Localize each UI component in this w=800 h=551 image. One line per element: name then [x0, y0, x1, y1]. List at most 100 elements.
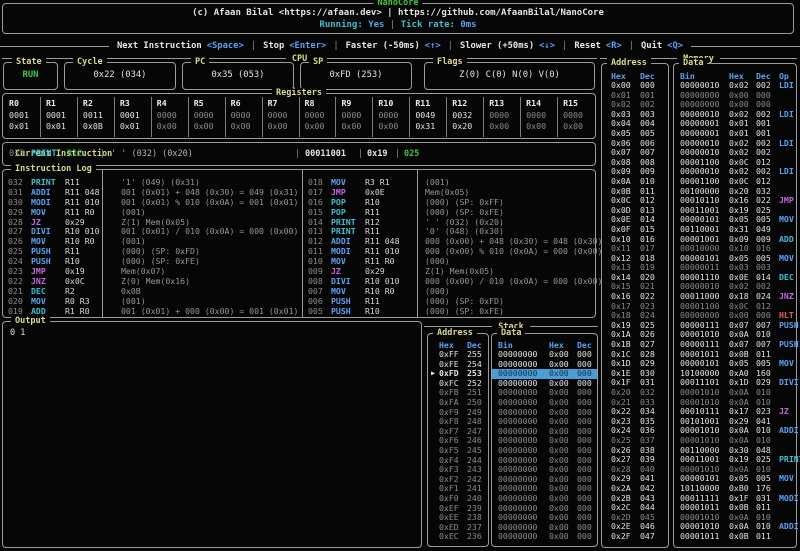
menu-item[interactable]: Reset<R> [574, 41, 621, 51]
stack-address-row: 0xEC236 [428, 532, 488, 542]
stack-address-title: Address [433, 328, 477, 339]
memory-op-label: JNZ [779, 292, 794, 302]
menu-separator: | [251, 41, 256, 51]
log-divider-2 [302, 170, 303, 317]
menu-item-label: Next Instruction [117, 41, 202, 51]
stack-pointer-icon [431, 484, 439, 494]
register-dec-value: 0000 [526, 110, 557, 122]
register-hex-value: 0x00 [378, 121, 409, 133]
registers-panel: Registers R000010x01R100010x01R200110x0B… [2, 93, 596, 139]
log-column-left: 032PRINTR11'1' (049) (0x31)031ADDIR11 04… [8, 178, 298, 316]
log-entry: 030MODIR11 010001 (0x01) % 010 (0x0A) = … [8, 198, 298, 208]
menu-item-label: Faster (-50ms) [346, 41, 420, 51]
ci-dec: 025 [404, 149, 419, 159]
register-dec-value: 0000 [378, 110, 409, 122]
register-hex-value: 0x01 [9, 121, 40, 133]
log-entry: 022JNZ0x0CZ(0) Mem(0x16) [8, 277, 298, 287]
memory-data-rows: 000000100x02002LDI000000000x000000000000… [674, 81, 796, 542]
flags-value: Z(0) C(0) N(0) V(0) [425, 70, 594, 80]
stack-pointer-icon [431, 379, 439, 389]
sp-value: 0xFD (253) [301, 70, 411, 80]
menu-item-key: <Space> [207, 41, 244, 51]
memory-rule-right [720, 58, 797, 59]
register-hex-value: 0x00 [526, 121, 557, 133]
register-hex-value: 0x00 [157, 121, 188, 133]
register-cell: R800000x00 [300, 97, 337, 137]
register-hex-value: 0x00 [305, 121, 336, 133]
instruction-log-title: Instruction Log [11, 164, 96, 175]
registers-grid: R000010x01R100010x01R200110x0BR300010x01… [4, 97, 594, 137]
menu-item[interactable]: Slower (+50ms)<↓> [460, 41, 555, 51]
register-cell: R1400000x00 [521, 97, 558, 137]
stack-pointer-icon [431, 417, 439, 427]
stack-address-dec: 236 [467, 532, 482, 542]
log-column-right: 018MOVR3 R1(001)017JMP0x0EMem(0x05)016PO… [308, 178, 602, 316]
ci-divider-2: | [295, 149, 300, 159]
register-name: R7 [268, 98, 299, 110]
memory-op-label: MOV [779, 474, 794, 484]
stack-pointer-icon [431, 504, 439, 514]
pc-panel: PC 0x35 (053) [182, 62, 294, 90]
ci-detail: ' ' (032) (0x20) [111, 149, 193, 159]
cycle-label: Cycle [73, 57, 107, 68]
menu-item-key: <↓> [539, 41, 555, 51]
menu-item[interactable]: Stop<Enter> [263, 41, 326, 51]
log-detail: 001 (0x01) / 010 (0x0A) = 000 (0x00) [121, 227, 298, 237]
stack-rule-right [530, 326, 598, 327]
memory-op-label: MODI [779, 494, 799, 504]
output-text: 0 1 [10, 328, 25, 338]
cycle-panel: Cycle 0x22 (034) [64, 62, 176, 90]
register-name: R10 [378, 98, 409, 110]
menu-item-label: Reset [574, 41, 600, 51]
menu-separator: | [562, 41, 567, 51]
pc-label: PC [191, 57, 209, 68]
register-cell: R1300000x00 [484, 97, 521, 137]
tick-rate-label: Tick rate: [401, 20, 455, 30]
register-cell: R1000000x00 [373, 97, 410, 137]
register-hex-value: 0x00 [231, 121, 262, 133]
register-cell: R700000x00 [263, 97, 300, 137]
register-hex-value: 0x01 [46, 121, 77, 133]
menu-separator: | [448, 41, 453, 51]
sp-label: SP [309, 57, 327, 68]
memory-op-label: LDI [779, 139, 794, 149]
log-detail: 001 (0x01) % 010 (0x0A) = 001 (0x01) [121, 198, 298, 208]
menu-separator: | [629, 41, 634, 51]
register-name: R8 [305, 98, 336, 110]
log-entry: 011MODIR11 010000 (0x00) % 010 (0x0A) = … [308, 247, 602, 257]
register-cell: R200110x0B [78, 97, 115, 137]
register-cell: R600000x00 [226, 97, 263, 137]
memory-op-label: LDI [779, 110, 794, 120]
menu-item[interactable]: Faster (-50ms)<↑> [346, 41, 441, 51]
register-cell: R000010x01 [4, 97, 41, 137]
status-line: Running: Yes | Tick rate: 0ms [3, 20, 793, 30]
memory-address-panel: Address HexDec 0x000000x010010x020020x03… [601, 63, 669, 548]
state-label: State [12, 57, 46, 68]
menu-item[interactable]: Quit<Q> [641, 41, 683, 51]
ci-line-number: 033 [9, 149, 24, 159]
register-cell: R1500000x00 [558, 97, 594, 137]
memory-op-label: LDI [779, 81, 794, 91]
register-dec-value: 0000 [341, 110, 372, 122]
register-hex-value: 0x0B [83, 121, 114, 133]
memory-address-rows: 0x000000x010010x020020x030030x040040x050… [602, 81, 668, 542]
terminal-screen: NanoCore (c) Afaan Bilal <https://afaan.… [0, 0, 800, 551]
log-entry: 021DECR20x0B [8, 287, 298, 297]
register-name: R9 [341, 98, 372, 110]
stack-address-rows: 0xFF2550xFE254▶0xFD2530xFC2520xFB2510xFA… [428, 350, 488, 542]
register-dec-value: 0001 [46, 110, 77, 122]
tick-rate-value: 0ms [460, 20, 476, 30]
stack-pointer-icon [431, 494, 439, 504]
register-hex-value: 0x31 [415, 121, 446, 133]
stack-pointer-icon [431, 446, 439, 456]
sp-panel: SP 0xFD (253) [300, 62, 412, 90]
menu-item-label: Stop [263, 41, 284, 51]
menu-item[interactable]: Next Instruction <Space> [117, 41, 244, 51]
ci-operand: R12 [67, 149, 82, 159]
stack-pointer-icon [431, 398, 439, 408]
ci-binary: 00011001 [305, 149, 346, 159]
register-name: R14 [526, 98, 557, 110]
memory-op-label: PUSH [779, 321, 799, 331]
register-name: R5 [194, 98, 225, 110]
log-entry: 005PUSHR10(000) (SP: 0xFE) [308, 307, 602, 317]
